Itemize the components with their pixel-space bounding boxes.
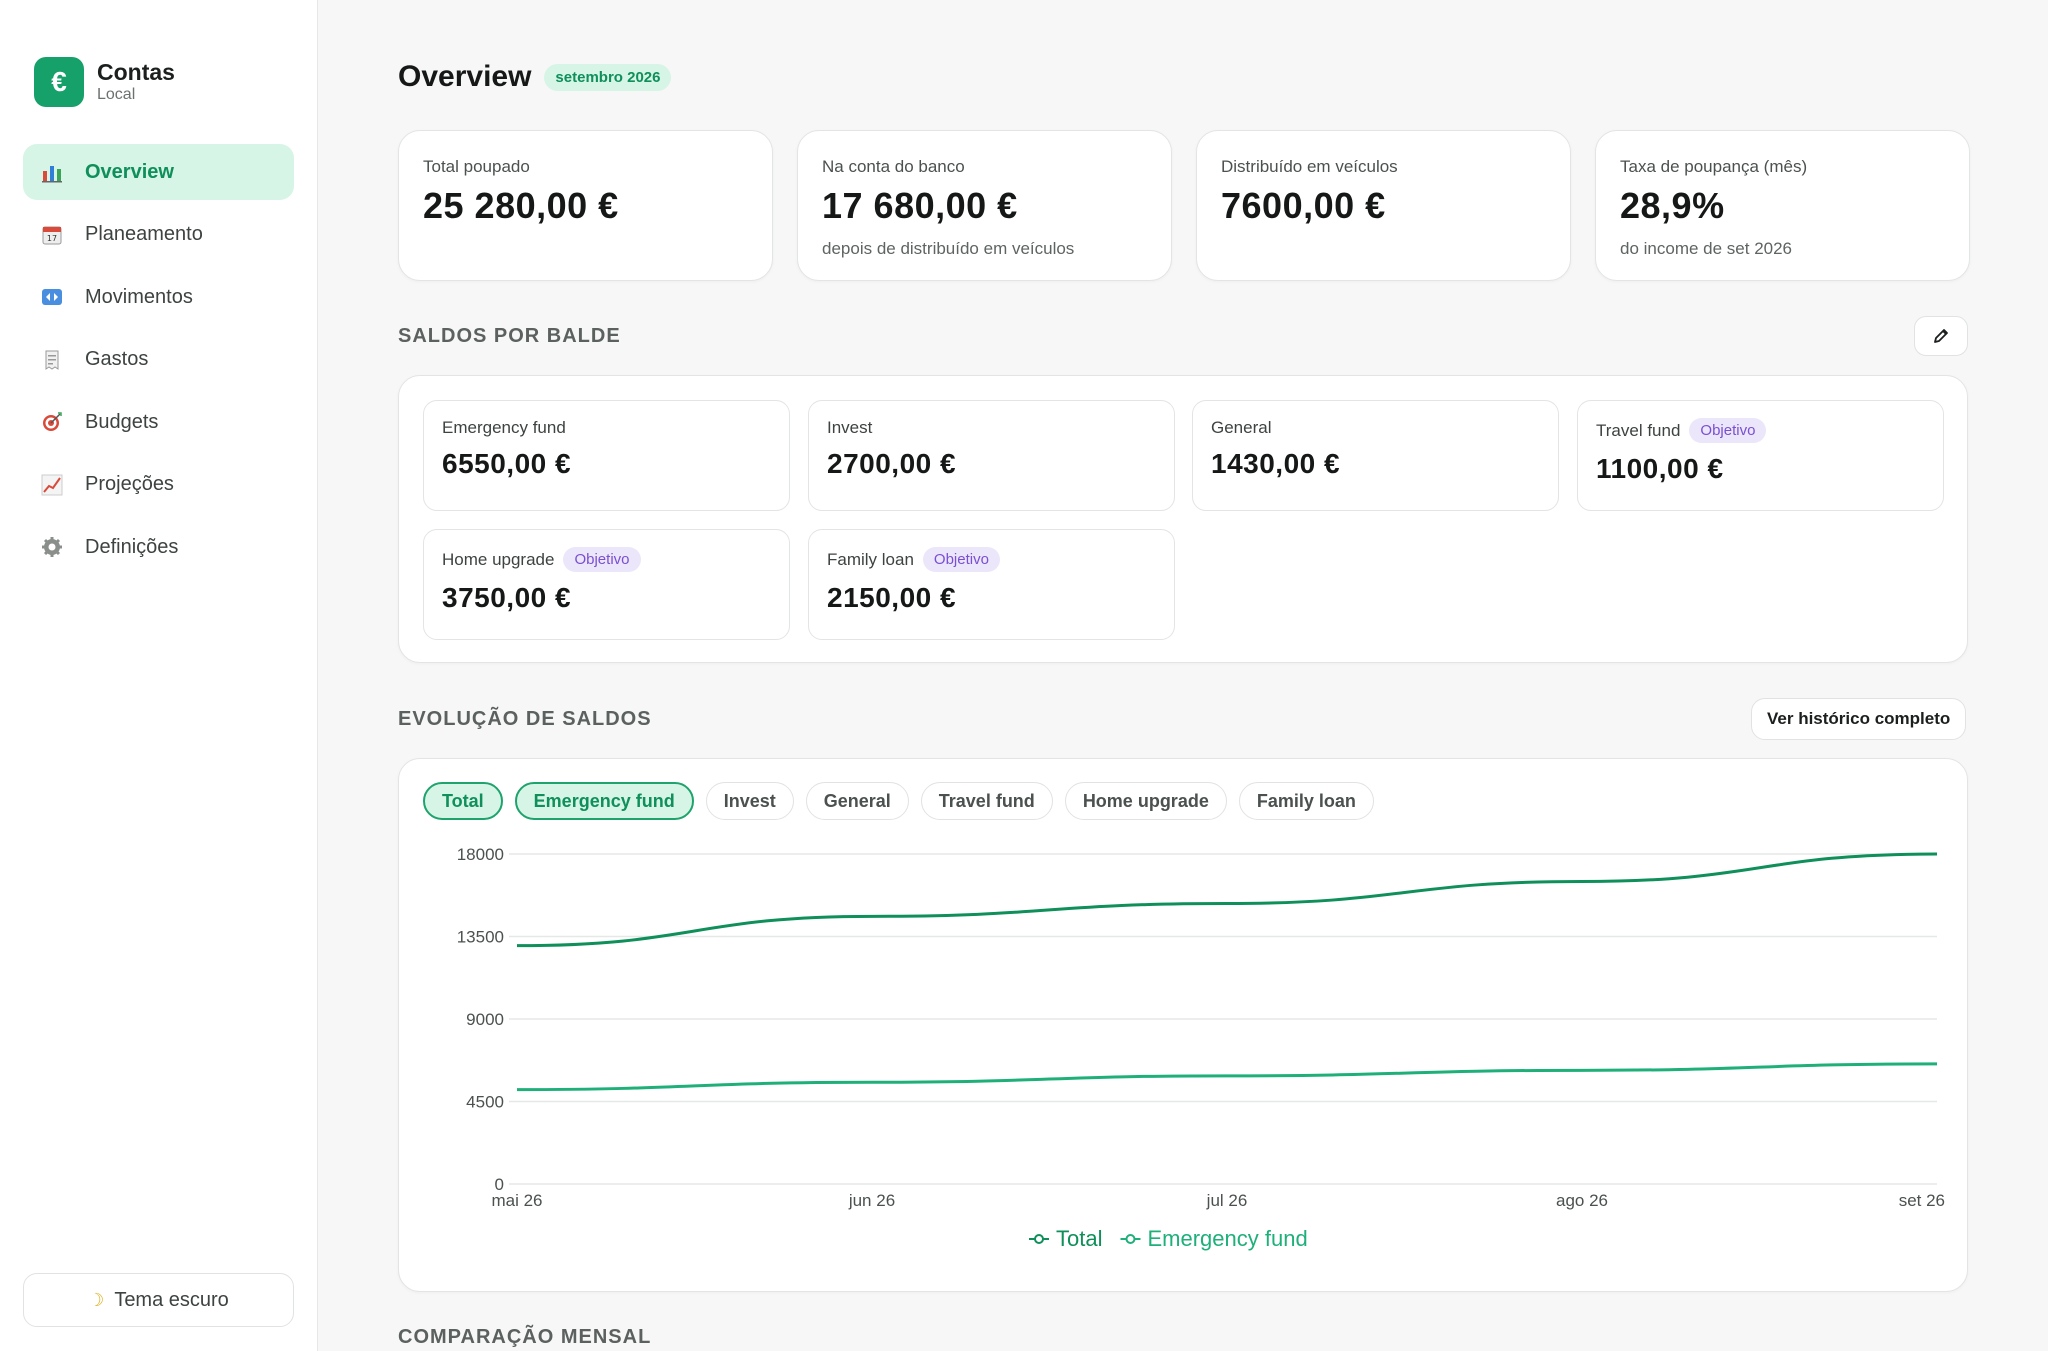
bucket-value: 1430,00 € bbox=[1211, 448, 1341, 479]
sidebar-item-overview[interactable]: Overview bbox=[23, 144, 294, 200]
sidebar: € Contas Local Overview 17 Planeamento M… bbox=[0, 0, 318, 1351]
x-tick-label: jul 26 bbox=[1206, 1191, 1248, 1210]
stat-label: Distribuído em veículos bbox=[1221, 157, 1398, 176]
bucket-card-general[interactable]: General 1430,00 € bbox=[1192, 400, 1559, 511]
bucket-name: General bbox=[1211, 418, 1272, 437]
legend-dot-marker bbox=[1125, 1234, 1136, 1244]
sidebar-item-label: Planeamento bbox=[85, 223, 203, 245]
bucket-value: 1100,00 € bbox=[1596, 453, 1724, 484]
buckets-card: Emergency fund 6550,00 € Invest 2700,00 … bbox=[398, 375, 1968, 663]
bucket-value: 2150,00 € bbox=[827, 582, 957, 613]
evolution-section-title: EVOLUÇÃO DE SALDOS bbox=[398, 708, 652, 730]
svg-text:17: 17 bbox=[47, 234, 57, 243]
x-tick-label: set 26 bbox=[1899, 1191, 1945, 1210]
legend-dot-marker bbox=[1034, 1234, 1044, 1244]
edit-buckets-button[interactable] bbox=[1914, 316, 1968, 356]
series-line bbox=[516, 852, 1938, 948]
stat-value: 28,9% bbox=[1620, 185, 1725, 226]
stat-card-savings-rate: Taxa de poupança (mês) 28,9% do income d… bbox=[1595, 130, 1970, 281]
dark-theme-button[interactable]: ☽ Tema escuro bbox=[23, 1273, 294, 1327]
brand-subtitle: Local bbox=[97, 86, 136, 103]
stat-card-distributed: Distribuído em veículos 7600,00 € bbox=[1196, 130, 1571, 281]
bucket-value: 6550,00 € bbox=[442, 448, 572, 479]
legend-label: Emergency fund bbox=[1147, 1226, 1307, 1251]
sidebar-item-definicoes[interactable]: Definições bbox=[23, 519, 294, 575]
pencil-icon bbox=[1934, 329, 1948, 343]
y-tick-label: 9000 bbox=[466, 1010, 504, 1029]
page-header: Overview setembro 2026 bbox=[398, 60, 672, 94]
sidebar-item-label: Projeções bbox=[85, 473, 174, 495]
bar-chart-icon bbox=[40, 160, 64, 184]
stat-value: 17 680,00 € bbox=[822, 185, 1018, 226]
sidebar-item-projecoes[interactable]: Projeções bbox=[23, 457, 294, 513]
goal-badge: Objetivo bbox=[922, 547, 1000, 572]
stat-label: Total poupado bbox=[423, 157, 530, 176]
bucket-name: Home upgrade bbox=[442, 549, 555, 569]
bucket-name: Travel fund bbox=[1596, 420, 1681, 440]
dark-theme-label: Tema escuro bbox=[114, 1288, 229, 1311]
sidebar-item-label: Budgets bbox=[85, 410, 159, 433]
x-tick-label: ago 26 bbox=[1556, 1191, 1608, 1210]
target-icon bbox=[40, 410, 64, 434]
brand: € Contas Local bbox=[34, 57, 175, 107]
euro-logo-icon: € bbox=[34, 57, 84, 107]
monthly-comparison-title: COMPARAÇÃO MENSAL bbox=[398, 1326, 652, 1348]
bucket-card-invest[interactable]: Invest 2700,00 € bbox=[808, 400, 1175, 511]
x-tick-label: jun 26 bbox=[848, 1191, 895, 1210]
y-tick-label: 4500 bbox=[466, 1093, 504, 1112]
buckets-section-title: SALDOS POR BALDE bbox=[398, 325, 621, 347]
y-tick-label: 18000 bbox=[457, 845, 504, 864]
stat-note: do income de set 2026 bbox=[1620, 239, 1793, 258]
sidebar-item-label: Overview bbox=[85, 160, 174, 183]
stat-card-total-saved: Total poupado 25 280,00 € bbox=[398, 130, 773, 281]
stat-value: 25 280,00 € bbox=[423, 185, 619, 226]
goal-badge: Objetivo bbox=[563, 547, 641, 572]
stat-label: Taxa de poupança (mês) bbox=[1620, 157, 1808, 176]
legend-label: Total bbox=[1056, 1226, 1102, 1251]
bucket-value: 3750,00 € bbox=[442, 582, 572, 613]
sidebar-item-movimentos[interactable]: Movimentos bbox=[23, 269, 294, 325]
sidebar-item-label: Definições bbox=[85, 535, 179, 558]
full-history-button[interactable]: Ver histórico completo bbox=[1751, 698, 1967, 740]
gear-icon bbox=[40, 535, 64, 559]
x-tick-label: mai 26 bbox=[491, 1191, 542, 1210]
stat-note: depois de distribuído em veículos bbox=[822, 239, 1075, 258]
goal-badge: Objetivo bbox=[1689, 418, 1767, 443]
bucket-value: 2700,00 € bbox=[827, 448, 957, 479]
sidebar-nav: Overview 17 Planeamento Movimentos Gasto… bbox=[23, 144, 294, 582]
bucket-name: Emergency fund bbox=[442, 418, 566, 437]
bucket-card-family-loan[interactable]: Family loan Objetivo 2150,00 € bbox=[808, 529, 1175, 640]
calendar-icon: 17 bbox=[40, 223, 64, 247]
balance-evolution-chart: 0450090001350018000mai 26 jun 26 jul 26 ago… bbox=[457, 845, 1945, 1251]
y-tick-label: 13500 bbox=[457, 928, 504, 947]
sidebar-item-gastos[interactable]: Gastos bbox=[23, 332, 294, 388]
bucket-card-travel-fund[interactable]: Travel fund Objetivo 1100,00 € bbox=[1577, 400, 1944, 511]
sidebar-item-planeamento[interactable]: 17 Planeamento bbox=[23, 207, 294, 263]
brand-title: Contas bbox=[97, 59, 175, 85]
stats-row: Total poupado 25 280,00 € Na conta do ba… bbox=[398, 130, 1970, 281]
bucket-name: Family loan bbox=[827, 549, 914, 569]
bucket-card-home-upgrade[interactable]: Home upgrade Objetivo 3750,00 € bbox=[423, 529, 790, 640]
receipt-icon bbox=[40, 348, 64, 372]
sidebar-item-label: Movimentos bbox=[85, 285, 193, 308]
trend-icon bbox=[40, 473, 64, 497]
bucket-card-emergency-fund[interactable]: Emergency fund 6550,00 € bbox=[423, 400, 790, 511]
stat-card-bank-account: Na conta do banco 17 680,00 € depois de … bbox=[797, 130, 1172, 281]
month-badge: setembro 2026 bbox=[544, 63, 672, 91]
page-title: Overview bbox=[398, 60, 532, 93]
moon-icon: ☽ bbox=[88, 1289, 105, 1310]
sidebar-item-budgets[interactable]: Budgets bbox=[23, 394, 294, 450]
bucket-name: Invest bbox=[827, 418, 873, 437]
arrows-icon bbox=[40, 285, 64, 309]
evolution-chart-card: Total Emergency fund Invest General Trav… bbox=[398, 758, 1968, 1292]
stat-value: 7600,00 € bbox=[1221, 185, 1386, 226]
series-line bbox=[516, 1062, 1938, 1092]
stat-label: Na conta do banco bbox=[822, 157, 965, 176]
sidebar-item-label: Gastos bbox=[85, 348, 149, 370]
